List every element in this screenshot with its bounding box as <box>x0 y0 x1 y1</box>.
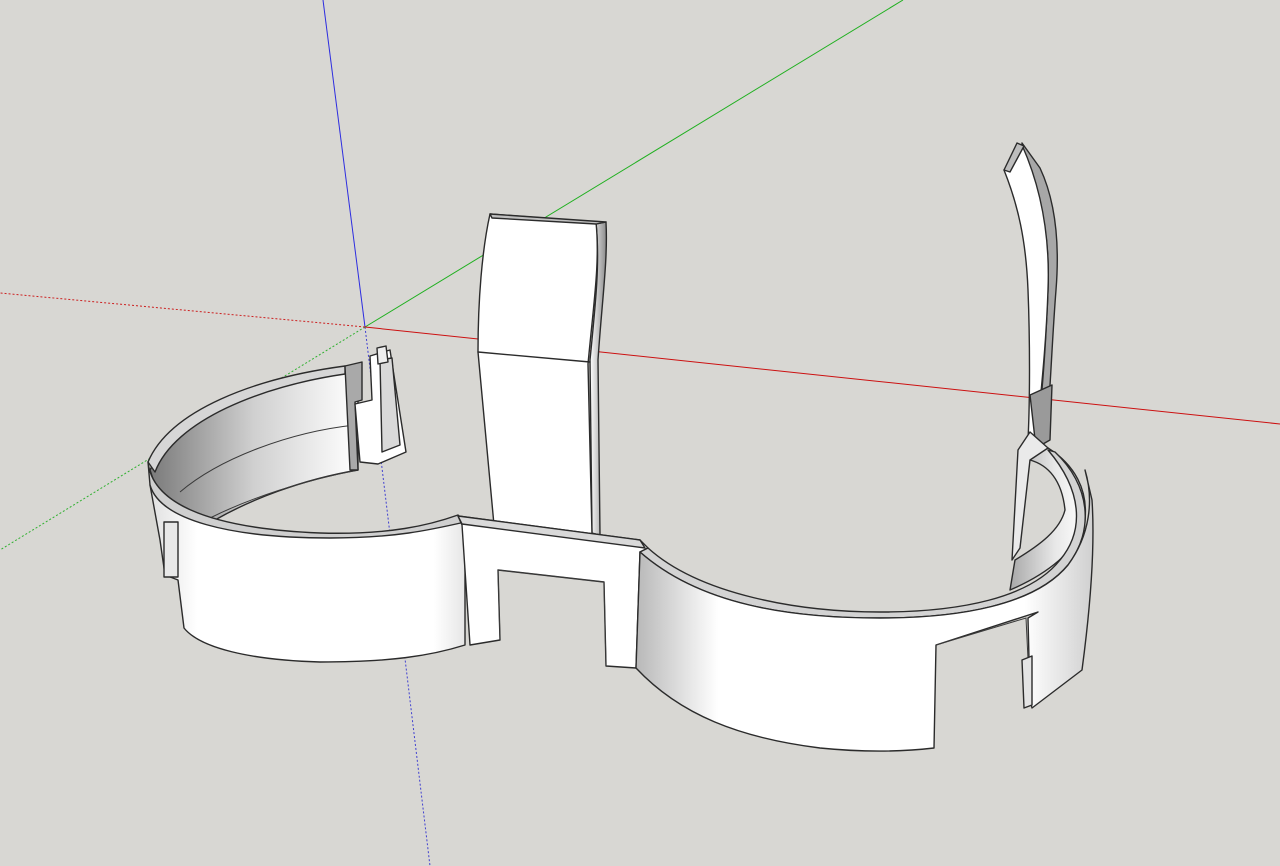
green-axis-line <box>364 0 904 328</box>
center-fin-face[interactable] <box>477 213 598 536</box>
model-group[interactable] <box>147 142 1094 752</box>
red-axis-dotted <box>0 292 366 328</box>
blue-axis-line <box>322 0 366 328</box>
right-ring-slot <box>1021 655 1033 709</box>
scene-canvas[interactable] <box>0 0 1280 866</box>
left-clip-tab <box>376 345 389 365</box>
left-ring-notch <box>163 521 179 578</box>
sketchup-3d-viewport[interactable] <box>0 0 1280 866</box>
left-clip-inner <box>379 357 401 453</box>
